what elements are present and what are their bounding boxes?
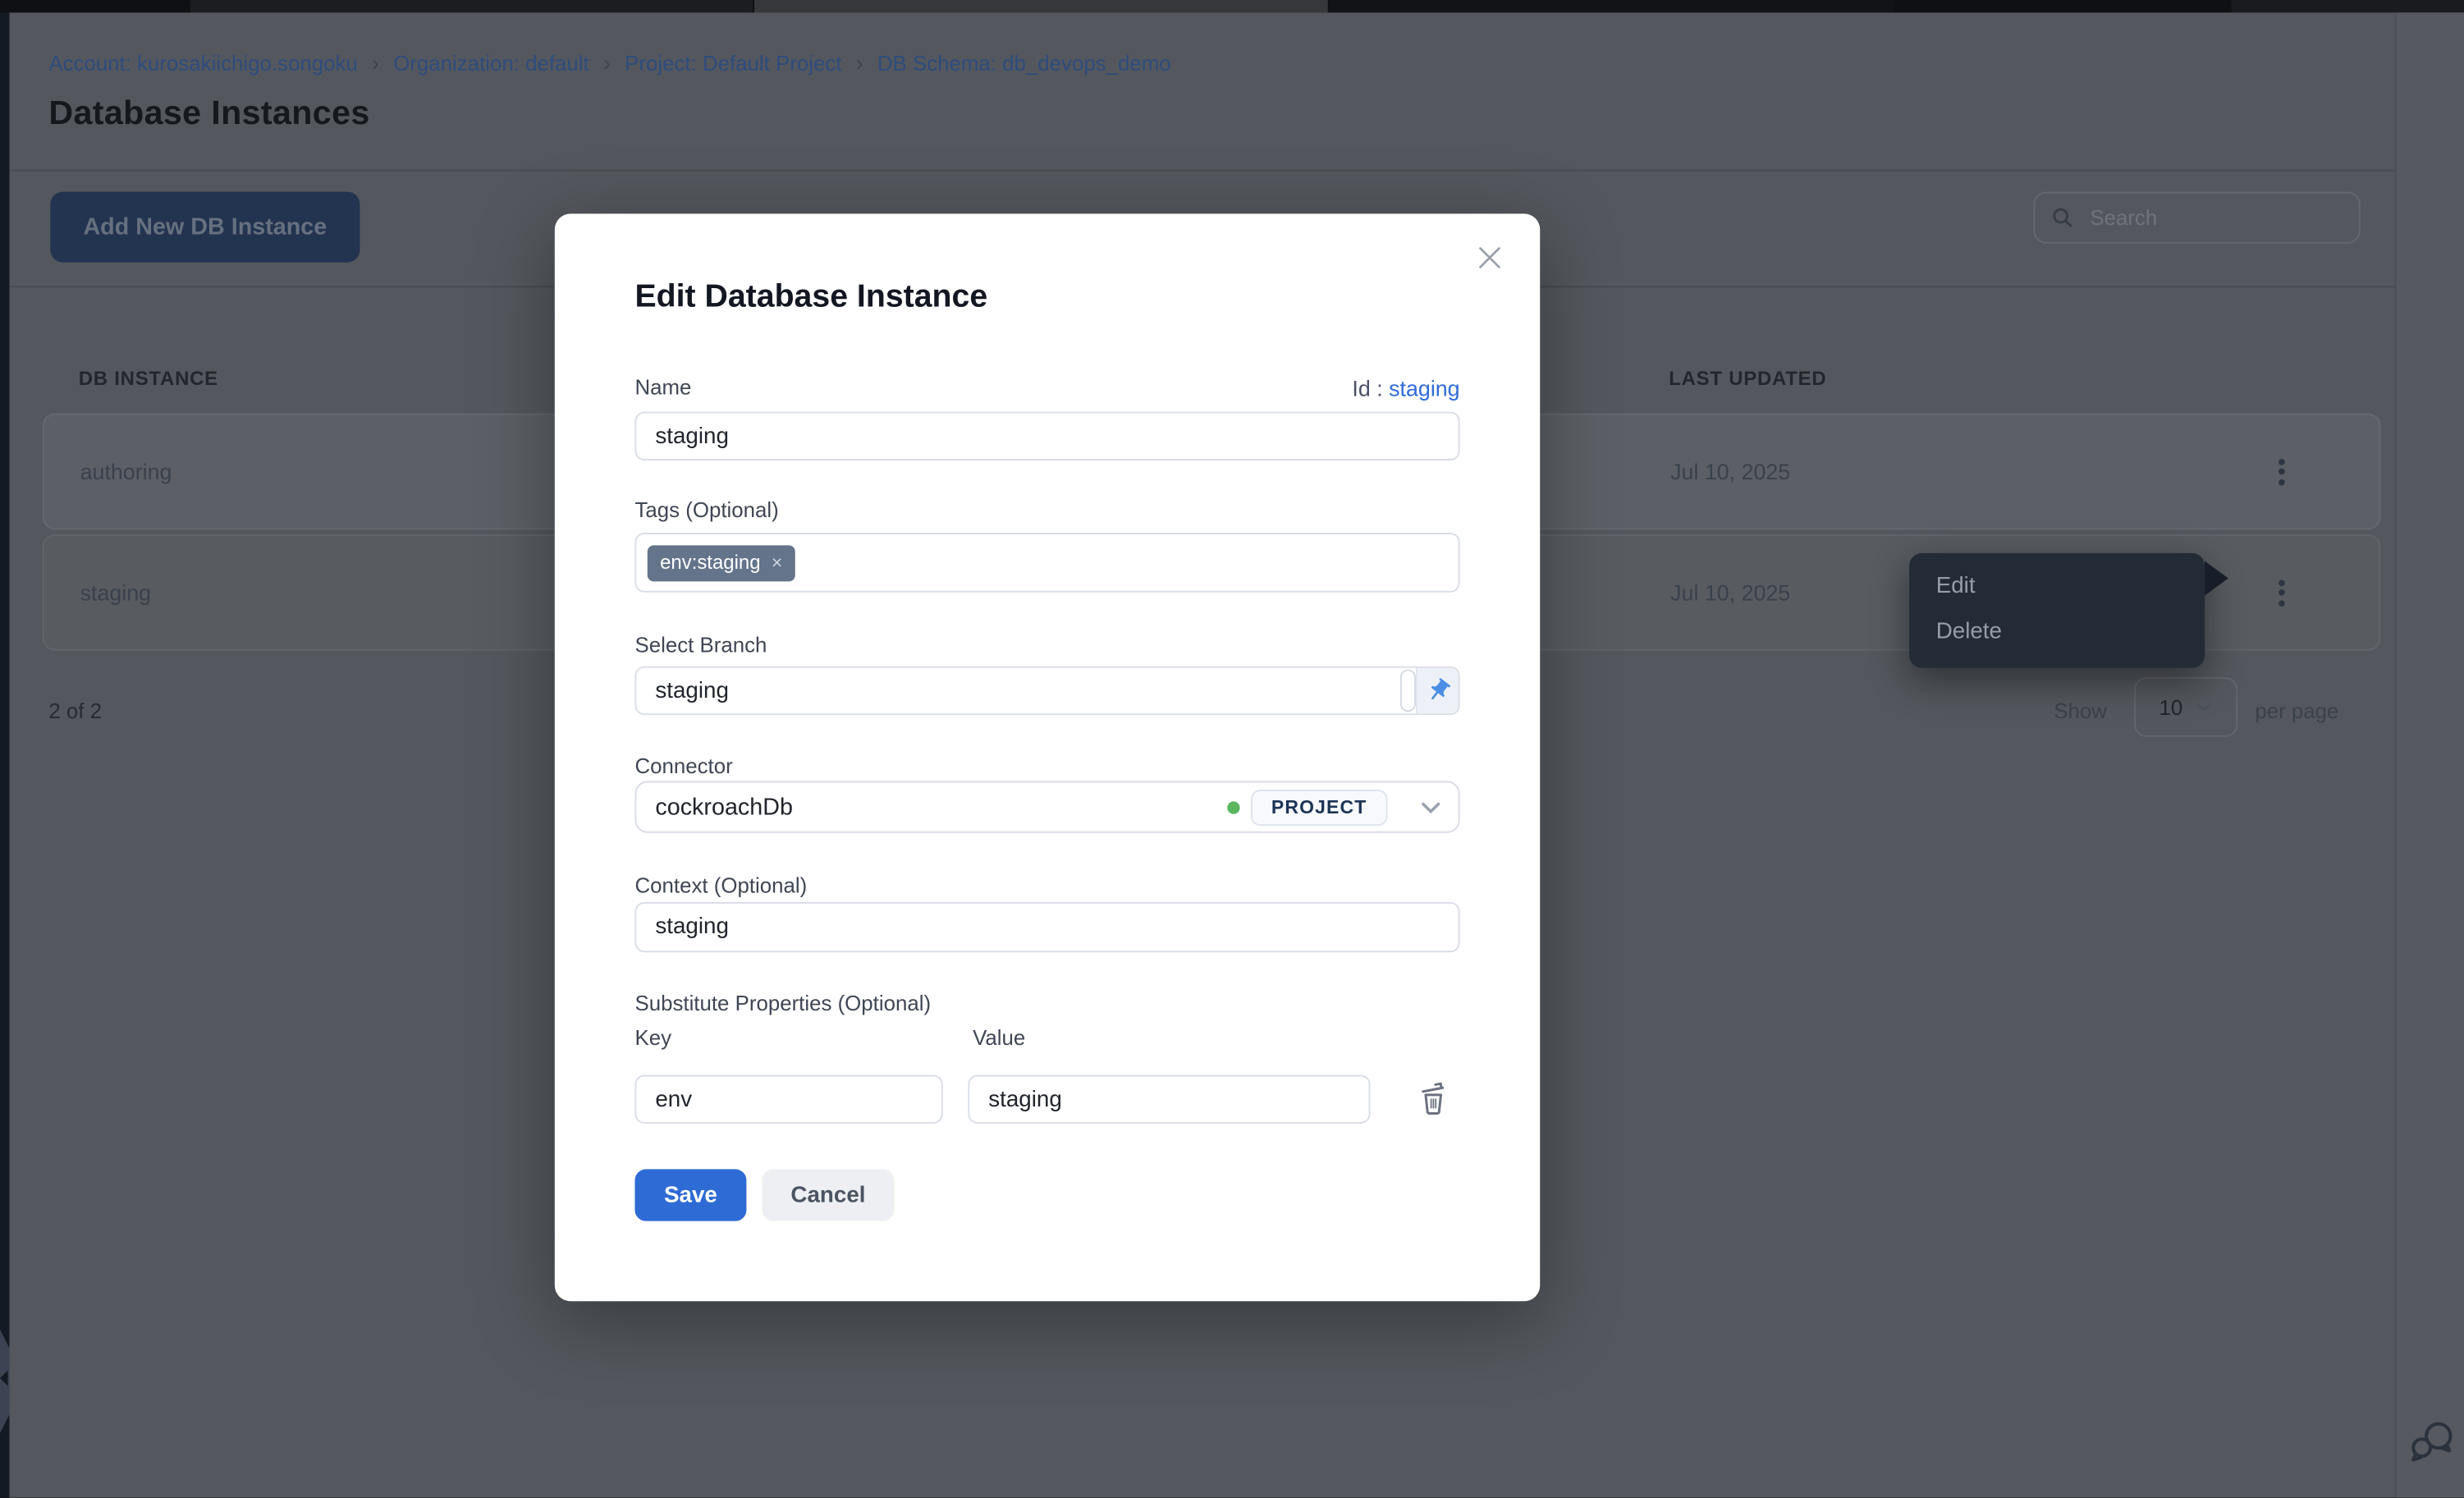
remove-tag-icon[interactable]: × <box>772 552 782 574</box>
delete-property-trash-icon[interactable] <box>1416 1079 1450 1117</box>
tag-chip-text: env:staging <box>660 552 760 574</box>
context-menu-pointer <box>2205 561 2228 595</box>
connector-select[interactable]: cockroachDb PROJECT <box>634 781 1459 833</box>
status-dot-icon <box>1227 800 1239 813</box>
tab-segment[interactable] <box>2232 0 2464 12</box>
pushpin-icon <box>1425 677 1452 704</box>
substitute-properties-label: Substitute Properties (Optional) <box>634 992 931 1015</box>
connector-value: cockroachDb <box>655 794 793 821</box>
id-label: Id : <box>1352 376 1382 401</box>
key-label: Key <box>634 1026 671 1050</box>
save-button[interactable]: Save <box>634 1169 746 1221</box>
tab-segment[interactable] <box>0 0 189 12</box>
substitute-value-input[interactable] <box>968 1075 1370 1124</box>
connector-label: Connector <box>634 754 732 778</box>
tab-segment[interactable] <box>1895 0 2230 12</box>
tags-label: Tags (Optional) <box>634 498 778 522</box>
cancel-button[interactable]: Cancel <box>763 1169 895 1221</box>
tag-chip: env:staging × <box>648 544 795 580</box>
close-icon[interactable] <box>1474 242 1505 273</box>
context-label: Context (Optional) <box>634 873 807 897</box>
screen: Account: kurosakiichigo.songoku › Organi… <box>0 0 2464 1498</box>
value-label: Value <box>973 1026 1025 1050</box>
id-value-link[interactable]: staging <box>1389 376 1459 401</box>
row-context-menu: Edit Delete <box>1909 553 2205 668</box>
branch-label: Select Branch <box>634 634 767 657</box>
chevron-down-icon[interactable] <box>1421 800 1441 814</box>
context-menu-item-edit[interactable]: Edit <box>1909 564 2205 610</box>
substitute-key-input[interactable] <box>634 1075 942 1124</box>
branch-value: staging <box>655 678 729 703</box>
tab-segment[interactable] <box>190 0 753 12</box>
branch-scrollbar[interactable] <box>1400 670 1416 712</box>
name-input[interactable] <box>634 412 1459 460</box>
tab-segment[interactable] <box>1330 0 1894 12</box>
pin-branch-button[interactable] <box>1416 668 1459 714</box>
browser-tab-strip <box>0 0 2464 12</box>
instance-id-row: Id : staging <box>1352 376 1459 401</box>
branch-select[interactable]: staging <box>634 667 1459 715</box>
context-input[interactable] <box>634 902 1459 952</box>
tags-input[interactable]: env:staging × <box>634 533 1459 593</box>
modal-title: Edit Database Instance <box>634 278 987 316</box>
context-menu-item-delete[interactable]: Delete <box>1909 610 2205 656</box>
name-label: Name <box>634 376 691 400</box>
edit-db-instance-modal: Edit Database Instance Name Id : staging… <box>555 213 1540 1301</box>
tab-segment-active[interactable] <box>754 0 1328 12</box>
scope-badge: PROJECT <box>1251 789 1387 825</box>
